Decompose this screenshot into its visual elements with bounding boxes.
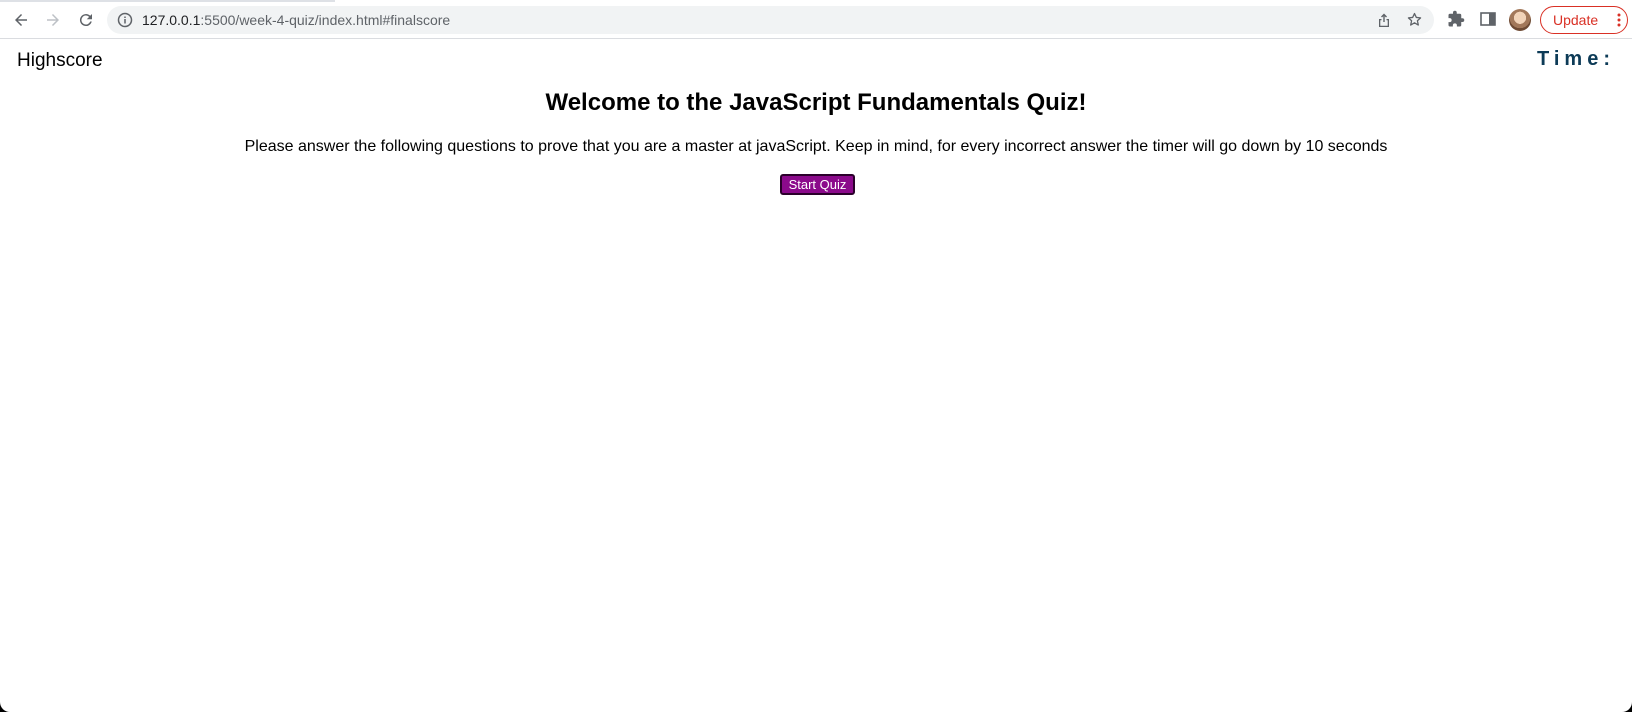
url-path: :5500/week-4-quiz/index.html#finalscore: [200, 12, 451, 28]
kebab-menu-icon[interactable]: [1617, 13, 1621, 27]
page-title: Welcome to the JavaScript Fundamentals Q…: [545, 89, 1087, 116]
share-icon[interactable]: [1376, 12, 1392, 28]
page-content: Highscore Time: Welcome to the JavaScrip…: [0, 40, 1632, 712]
tab-strip-edge: [0, 0, 1632, 3]
url-host: 127.0.0.1: [142, 12, 201, 28]
update-label: Update: [1553, 12, 1599, 28]
quiz-instructions: Please answer the following questions to…: [244, 138, 1388, 155]
address-bar[interactable]: 127.0.0.1:5500/week-4-quiz/index.html#fi…: [107, 6, 1434, 34]
back-arrow-icon[interactable]: [9, 8, 33, 32]
highscore-link[interactable]: Highscore: [17, 50, 103, 72]
reload-icon[interactable]: [74, 8, 98, 32]
profile-avatar[interactable]: [1509, 9, 1531, 31]
url-text[interactable]: 127.0.0.1:5500/week-4-quiz/index.html#fi…: [142, 12, 450, 28]
browser-toolbar: 127.0.0.1:5500/week-4-quiz/index.html#fi…: [0, 0, 1632, 39]
puzzle-icon[interactable]: [1447, 10, 1465, 28]
star-icon[interactable]: [1406, 11, 1423, 28]
update-button[interactable]: Update: [1540, 6, 1628, 34]
start-quiz-button[interactable]: Start Quiz: [780, 174, 855, 195]
timer-label: Time:: [1537, 48, 1615, 70]
browser-window: 127.0.0.1:5500/week-4-quiz/index.html#fi…: [0, 0, 1632, 712]
forward-arrow-icon[interactable]: [41, 8, 65, 32]
side-panel-icon[interactable]: [1480, 11, 1496, 27]
info-icon[interactable]: [117, 12, 133, 28]
